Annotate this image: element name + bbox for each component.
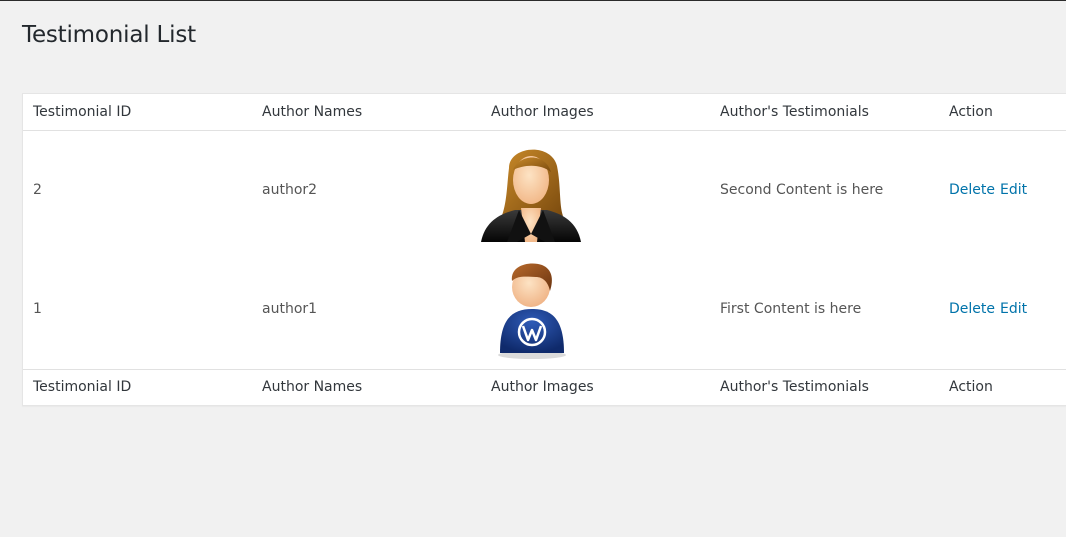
delete-link[interactable]: Delete (949, 301, 995, 317)
author-image-cell (481, 130, 710, 249)
footer-author-testimonials: Author's Testimonials (710, 368, 939, 404)
testimonial-content-cell: First Content is here (720, 300, 862, 317)
footer-author-images: Author Images (481, 368, 710, 404)
footer-action: Action (939, 368, 1066, 404)
header-author-names: Author Names (252, 94, 481, 131)
action-cell: Delete Edit (939, 249, 1066, 369)
table-row: 2 author2 Second Content is here Delete … (23, 130, 1066, 249)
testimonial-content-cell: Second Content is here (720, 181, 884, 198)
footer-testimonial-id: Testimonial ID (23, 368, 252, 404)
edit-link[interactable]: Edit (1000, 301, 1027, 317)
male-wordpress-avatar-icon (498, 263, 566, 359)
table-row: 1 author1 First Content is here Delete E… (23, 249, 1066, 369)
top-border (0, 0, 1066, 1)
testimonial-id-cell: 2 (33, 181, 42, 198)
edit-link[interactable]: Edit (1000, 182, 1027, 198)
testimonial-id-cell: 1 (33, 300, 42, 317)
page-title: Testimonial List (22, 22, 196, 48)
author-name-cell: author2 (262, 181, 318, 198)
action-cell: Delete Edit (939, 130, 1066, 249)
delete-link[interactable]: Delete (949, 182, 995, 198)
table-header-row: Testimonial ID Author Names Author Image… (23, 94, 1066, 131)
author-image-cell (481, 249, 710, 369)
author-name-cell: author1 (262, 300, 318, 317)
table-footer-row: Testimonial ID Author Names Author Image… (23, 368, 1066, 404)
header-testimonial-id: Testimonial ID (23, 94, 252, 131)
testimonial-table: Testimonial ID Author Names Author Image… (22, 93, 1066, 406)
female-avatar-icon (481, 149, 581, 242)
header-author-images: Author Images (481, 94, 710, 131)
header-author-testimonials: Author's Testimonials (710, 94, 939, 131)
footer-author-names: Author Names (252, 368, 481, 404)
header-action: Action (939, 94, 1066, 131)
